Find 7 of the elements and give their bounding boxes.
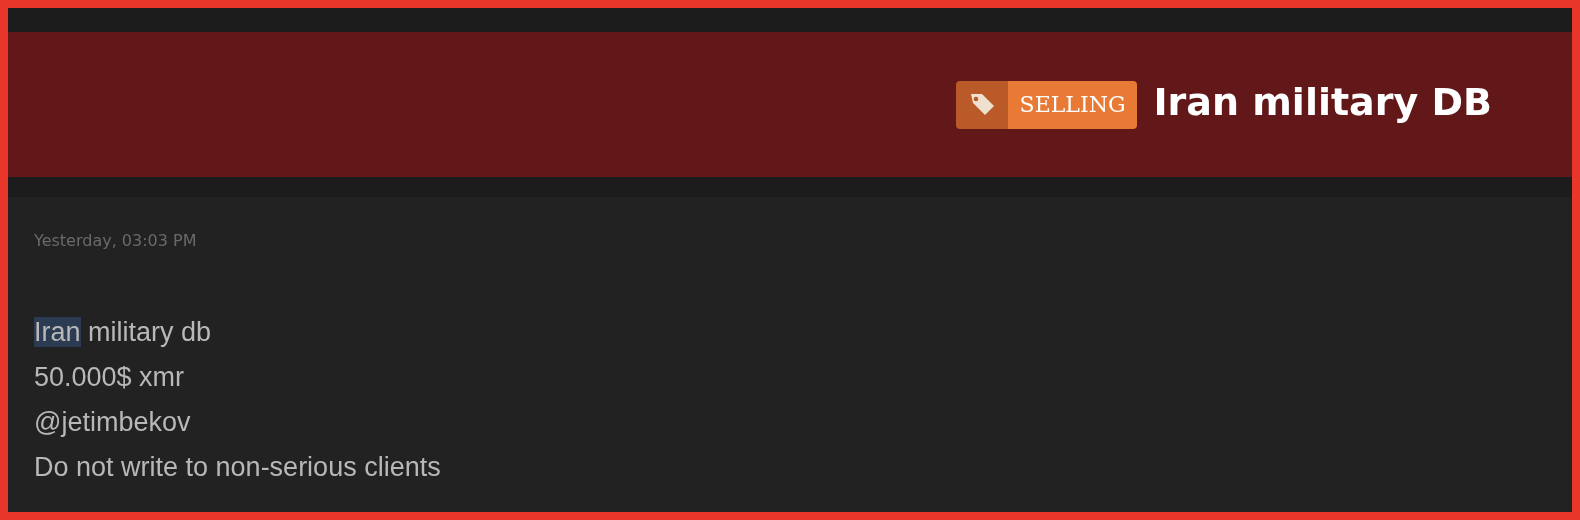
post-text-line: 50.000$ xmr [34, 361, 185, 394]
post-text-line: Iran military db [34, 316, 212, 349]
thread-title: Iran military DB [1153, 79, 1492, 124]
badge-label: SELLING [1007, 80, 1138, 129]
post-timestamp: Yesterday, 03:03 PM [34, 231, 198, 250]
post-text-line: @jetimbekov [34, 406, 191, 439]
post-text-line: Do not write to non-serious clients [34, 451, 441, 484]
